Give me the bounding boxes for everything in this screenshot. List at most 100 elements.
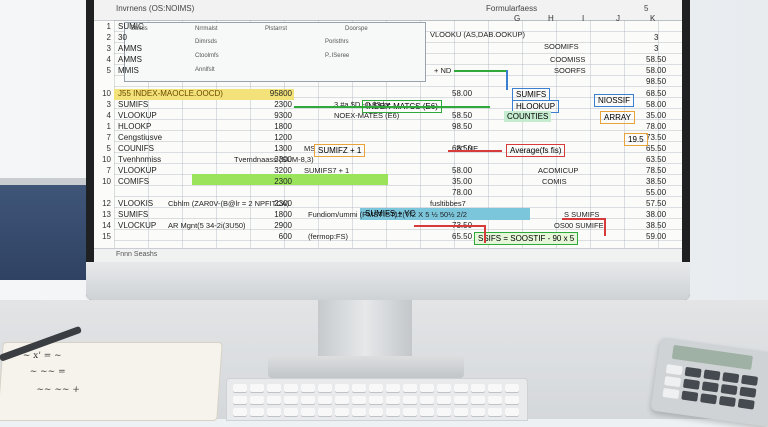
- formula-label[interactable]: Cbhlm (ZAR0V-(B@lr = 2 NPFITCA): [168, 199, 289, 208]
- formula-label[interactable]: AR Mgnt(5 34-2i(3U50): [168, 221, 246, 230]
- cell-value[interactable]: 3: [654, 33, 658, 42]
- cell-value[interactable]: 3200: [252, 166, 292, 175]
- cell-function[interactable]: Cengstiusve: [118, 133, 162, 142]
- column-header[interactable]: J: [616, 14, 620, 23]
- cell-value[interactable]: 2300: [252, 177, 292, 186]
- average-box[interactable]: Average(fs fis): [506, 144, 566, 157]
- cell-function[interactable]: VLOOKUP: [118, 166, 157, 175]
- cell-function[interactable]: VLOOKUP: [118, 111, 157, 120]
- column-header[interactable]: K: [650, 14, 655, 23]
- row-number[interactable]: 4: [97, 111, 111, 120]
- array-box[interactable]: ARRAY: [600, 111, 635, 124]
- cell-value[interactable]: 38.00: [646, 210, 666, 219]
- formula-label[interactable]: ACOMICUP: [538, 166, 578, 175]
- formula-label[interactable]: (fermop:FS): [308, 232, 348, 241]
- formula-label[interactable]: VLOOKU (AS,DAB.OOKUP): [430, 30, 525, 39]
- cell-value[interactable]: 57.50: [646, 199, 666, 208]
- row-number[interactable]: 10: [97, 155, 111, 164]
- counties-box[interactable]: COUNTIES: [504, 111, 552, 122]
- row-number[interactable]: 10: [97, 177, 111, 186]
- cell-value[interactable]: 78.00: [646, 122, 666, 131]
- sumifs-yc-box[interactable]: SUMIFS + YC: [362, 208, 418, 219]
- cell-function[interactable]: COMIFS: [118, 177, 149, 186]
- formula-label[interactable]: SOOMIFS: [544, 42, 579, 51]
- cell-function[interactable]: VLOOKIS: [118, 199, 153, 208]
- cell-function[interactable]: AMMS: [118, 55, 142, 64]
- cell-value[interactable]: 38.50: [646, 221, 666, 230]
- cell-value[interactable]: 58.00: [646, 100, 666, 109]
- row-number[interactable]: 3: [97, 100, 111, 109]
- ribbon-label[interactable]: Annlfslt: [195, 67, 215, 73]
- row-number[interactable]: 13: [97, 210, 111, 219]
- cell-value[interactable]: 1200: [252, 133, 292, 142]
- formula-label[interactable]: SOORFS: [554, 66, 586, 75]
- cell-value[interactable]: 68.50: [646, 89, 666, 98]
- cell-value[interactable]: 58.50: [646, 55, 666, 64]
- row-number[interactable]: 5: [97, 66, 111, 75]
- ribbon-label[interactable]: Nrrmalst: [195, 26, 218, 32]
- cell-function[interactable]: SUMIFS: [118, 210, 148, 219]
- cell-value[interactable]: 58.00: [452, 89, 472, 98]
- formula-label[interactable]: SUMIFS7 + 1: [304, 166, 349, 175]
- cell-value[interactable]: 65.50: [646, 144, 666, 153]
- column-header[interactable]: I: [582, 14, 584, 23]
- cell-value[interactable]: 35.00: [646, 111, 666, 120]
- row-number[interactable]: 15: [97, 232, 111, 241]
- formula-label[interactable]: COMIS: [542, 177, 567, 186]
- cell-value[interactable]: 95800: [252, 89, 292, 98]
- cell-value[interactable]: 58.00: [646, 66, 666, 75]
- cell-function[interactable]: MMIS: [118, 66, 139, 75]
- cell-value[interactable]: 73.50: [646, 133, 666, 142]
- ribbon-label[interactable]: Dimrsds: [195, 39, 217, 45]
- cell-function[interactable]: J55 INDEX-MAOCLE.OOCD): [118, 89, 223, 98]
- cell-value[interactable]: 78.50: [646, 166, 666, 175]
- row-number[interactable]: 7: [97, 166, 111, 175]
- ribbon-label[interactable]: Doorspe: [345, 26, 368, 32]
- row-number[interactable]: 2: [97, 33, 111, 42]
- row-number[interactable]: 5: [97, 144, 111, 153]
- sumifz-box[interactable]: SUMIFZ + 1: [314, 144, 366, 157]
- row-number[interactable]: 1: [97, 22, 111, 31]
- cell-value[interactable]: 65.50: [452, 232, 472, 241]
- cell-value[interactable]: 3: [654, 44, 658, 53]
- cell-value[interactable]: 58.00: [452, 166, 472, 175]
- column-header[interactable]: H: [548, 14, 554, 23]
- row-number[interactable]: 1: [97, 122, 111, 131]
- cell-value[interactable]: 59.00: [646, 232, 666, 241]
- row-number[interactable]: 12: [97, 199, 111, 208]
- cell-value[interactable]: 1800: [252, 122, 292, 131]
- row-number[interactable]: 10: [97, 89, 111, 98]
- cell-function[interactable]: SUMIC: [118, 22, 144, 31]
- cell-value[interactable]: 9300: [252, 111, 292, 120]
- formula-label[interactable]: + ND: [434, 66, 451, 75]
- cell-value[interactable]: 98.50: [452, 122, 472, 131]
- toolbar-label-2[interactable]: Formularfaess: [486, 4, 537, 13]
- cell-value[interactable]: 600: [252, 232, 292, 241]
- niossif-box[interactable]: NIOSSIF: [594, 94, 635, 107]
- toolbar-label-1[interactable]: Invrnens (OS:NOIMS): [116, 4, 194, 13]
- formula-label[interactable]: fusltibbes7: [430, 199, 466, 208]
- cell-value[interactable]: 35.00: [452, 177, 472, 186]
- cell-function[interactable]: SUMIFS: [118, 100, 148, 109]
- cell-function[interactable]: VLOCKUP: [118, 221, 156, 230]
- cell-value[interactable]: 2900: [252, 221, 292, 230]
- cell-value[interactable]: 63.50: [646, 155, 666, 164]
- value-box[interactable]: 19.5: [624, 133, 648, 146]
- row-number[interactable]: 7: [97, 133, 111, 142]
- cell-value[interactable]: 2300: [252, 100, 292, 109]
- cell-function[interactable]: Tvenhnmiss: [118, 155, 161, 164]
- cell-value[interactable]: 1800: [252, 210, 292, 219]
- row-number[interactable]: 4: [97, 55, 111, 64]
- cell-value[interactable]: 1300: [252, 144, 292, 153]
- cell-function[interactable]: AMMS: [118, 44, 142, 53]
- cell-value[interactable]: 58.50: [452, 111, 472, 120]
- cell-value[interactable]: 55.00: [646, 188, 666, 197]
- row-number[interactable]: 14: [97, 221, 111, 230]
- formula-label[interactable]: Tvemdnaass (SUM-8,3): [234, 155, 314, 164]
- cell-value[interactable]: 78.00: [452, 188, 472, 197]
- cell-function[interactable]: HLOOKP: [118, 122, 151, 131]
- column-header[interactable]: G: [514, 14, 520, 23]
- cell-value[interactable]: 38.50: [646, 177, 666, 186]
- ribbon-label[interactable]: Plstarrst: [265, 26, 287, 32]
- ribbon-label[interactable]: Ctoolmfs: [195, 53, 219, 59]
